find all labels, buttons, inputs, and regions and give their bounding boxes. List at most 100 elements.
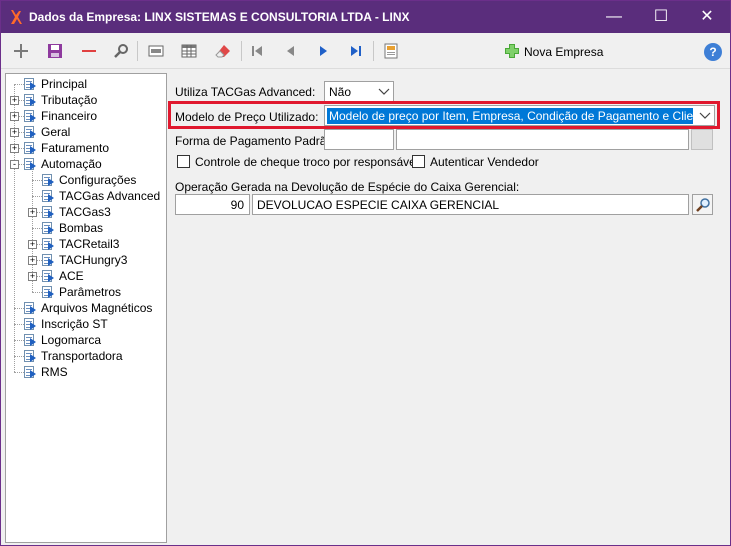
tree-item-label: TACHungry3 bbox=[59, 253, 128, 267]
operacao-search-button[interactable] bbox=[692, 194, 713, 215]
expand-icon[interactable]: + bbox=[28, 208, 37, 217]
operacao-code-input[interactable]: 90 bbox=[175, 194, 250, 215]
autenticar-vendedor-label: Autenticar Vendedor bbox=[430, 155, 539, 169]
modelo-preco-select[interactable]: Modelo de preço por Item, Empresa, Condi… bbox=[324, 105, 715, 126]
tree-guide-line bbox=[32, 228, 42, 229]
expand-icon[interactable]: + bbox=[28, 256, 37, 265]
expand-icon[interactable]: + bbox=[10, 112, 19, 121]
window-title: Dados da Empresa: LINX SISTEMAS E CONSUL… bbox=[29, 10, 410, 24]
tree-item[interactable]: Transportadora bbox=[24, 348, 123, 364]
tree-item[interactable]: Bombas bbox=[42, 220, 103, 236]
modelo-preco-value: Modelo de preço por Item, Empresa, Condi… bbox=[327, 108, 710, 124]
expand-icon[interactable]: + bbox=[28, 272, 37, 281]
cheque-troco-checkbox[interactable] bbox=[177, 155, 190, 168]
delete-icon[interactable] bbox=[77, 39, 101, 63]
page-arrow-icon bbox=[42, 174, 56, 186]
text-field-icon[interactable] bbox=[144, 39, 168, 63]
chevron-down-icon bbox=[698, 108, 712, 122]
page-arrow-icon bbox=[24, 126, 38, 138]
forma-pagamento-label: Forma de Pagamento Padrão: bbox=[175, 134, 337, 148]
tree-item[interactable]: Automação bbox=[24, 156, 102, 172]
collapse-icon[interactable]: - bbox=[10, 160, 19, 169]
forma-pagamento-lookup-button[interactable] bbox=[691, 129, 713, 150]
report-icon[interactable] bbox=[379, 39, 403, 63]
toolbar: Nova Empresa ? bbox=[1, 33, 730, 69]
tree-item-label: Geral bbox=[41, 125, 71, 139]
tree-item-label: TACGas3 bbox=[59, 205, 111, 219]
tree-item-label: Tributação bbox=[41, 93, 98, 107]
previous-record-icon[interactable] bbox=[278, 39, 302, 63]
tree-item[interactable]: Arquivos Magnéticos bbox=[24, 300, 152, 316]
tree-item-label: Logomarca bbox=[41, 333, 102, 347]
main-window: Dados da Empresa: LINX SISTEMAS E CONSUL… bbox=[0, 0, 731, 546]
title-bar[interactable]: Dados da Empresa: LINX SISTEMAS E CONSUL… bbox=[1, 1, 730, 33]
cheque-troco-label: Controle de cheque troco por responsável bbox=[195, 155, 419, 169]
tree-item[interactable]: Principal bbox=[24, 76, 87, 92]
tree-item-label: Principal bbox=[41, 77, 88, 91]
tree-item-label: Transportadora bbox=[41, 349, 123, 363]
magnifier-icon bbox=[695, 197, 711, 216]
tree-item-label: Arquivos Magnéticos bbox=[41, 301, 153, 315]
forma-pagamento-code-input[interactable] bbox=[324, 129, 394, 150]
eraser-icon[interactable] bbox=[211, 39, 235, 63]
first-record-icon[interactable] bbox=[245, 39, 269, 63]
page-arrow-icon bbox=[24, 334, 38, 346]
tree-item[interactable]: TACRetail3 bbox=[42, 236, 119, 252]
minimize-button[interactable]: — bbox=[591, 1, 637, 33]
tree-item[interactable]: TACGas Advanced bbox=[42, 188, 160, 204]
autenticar-vendedor-checkbox[interactable] bbox=[412, 155, 425, 168]
tree-item[interactable]: Financeiro bbox=[24, 108, 97, 124]
save-icon[interactable] bbox=[43, 39, 67, 63]
forma-pagamento-desc-input[interactable] bbox=[396, 129, 689, 150]
maximize-button[interactable]: ☐ bbox=[638, 1, 684, 33]
tree-guide-line bbox=[14, 324, 24, 325]
tree-item[interactable]: TACHungry3 bbox=[42, 252, 127, 268]
close-button[interactable]: ✕ bbox=[684, 1, 730, 33]
nova-empresa-label: Nova Empresa bbox=[524, 45, 604, 59]
operacao-label: Operação Gerada na Devolução de Espécie … bbox=[175, 180, 520, 194]
page-arrow-icon bbox=[42, 286, 56, 298]
page-arrow-icon bbox=[24, 142, 38, 154]
expand-icon[interactable]: + bbox=[28, 240, 37, 249]
grid-icon[interactable] bbox=[177, 39, 201, 63]
expand-icon[interactable]: + bbox=[10, 128, 19, 137]
tree-item[interactable]: Logomarca bbox=[24, 332, 101, 348]
add-company-icon bbox=[504, 43, 520, 62]
tree-item[interactable]: Configurações bbox=[42, 172, 136, 188]
tree-item[interactable]: Geral bbox=[24, 124, 70, 140]
page-arrow-icon bbox=[24, 302, 38, 314]
page-arrow-icon bbox=[24, 366, 38, 378]
tree-item-label: Financeiro bbox=[41, 109, 98, 123]
search-icon[interactable] bbox=[109, 39, 133, 63]
tree-item-label: Configurações bbox=[59, 173, 137, 187]
tree-item-label: Inscrição ST bbox=[41, 317, 108, 331]
next-record-icon[interactable] bbox=[311, 39, 335, 63]
page-arrow-icon bbox=[42, 222, 56, 234]
chevron-down-icon bbox=[377, 84, 391, 98]
last-record-icon[interactable] bbox=[344, 39, 368, 63]
add-icon[interactable] bbox=[9, 39, 33, 63]
expand-icon[interactable]: + bbox=[10, 96, 19, 105]
tree-item[interactable]: Inscrição ST bbox=[24, 316, 108, 332]
tree-item[interactable]: ACE bbox=[42, 268, 84, 284]
page-arrow-icon bbox=[24, 78, 38, 90]
page-arrow-icon bbox=[24, 110, 38, 122]
tree-item[interactable]: Tributação bbox=[24, 92, 97, 108]
tree-item[interactable]: TACGas3 bbox=[42, 204, 111, 220]
tree-item[interactable]: RMS bbox=[24, 364, 68, 380]
navigation-tree[interactable]: Principal + Tributação + Financeiro + Geral + Fa… bbox=[5, 73, 167, 543]
operacao-desc-input[interactable]: DEVOLUCAO ESPECIE CAIXA GERENCIAL bbox=[252, 194, 689, 215]
utiliza-tacgas-select[interactable]: Não bbox=[324, 81, 394, 102]
toolbar-separator bbox=[241, 41, 242, 61]
expand-icon[interactable]: + bbox=[10, 144, 19, 153]
page-arrow-icon bbox=[42, 190, 56, 202]
operacao-desc-value: DEVOLUCAO ESPECIE CAIXA GERENCIAL bbox=[257, 198, 500, 212]
tree-item[interactable]: Parâmetros bbox=[42, 284, 121, 300]
tree-guide-line bbox=[14, 84, 24, 85]
tree-guide-line bbox=[32, 196, 42, 197]
toolbar-separator bbox=[373, 41, 374, 61]
help-icon[interactable]: ? bbox=[704, 43, 722, 61]
nova-empresa-button[interactable]: Nova Empresa bbox=[504, 42, 603, 62]
tree-guide-line bbox=[32, 292, 42, 293]
tree-item[interactable]: Faturamento bbox=[24, 140, 109, 156]
